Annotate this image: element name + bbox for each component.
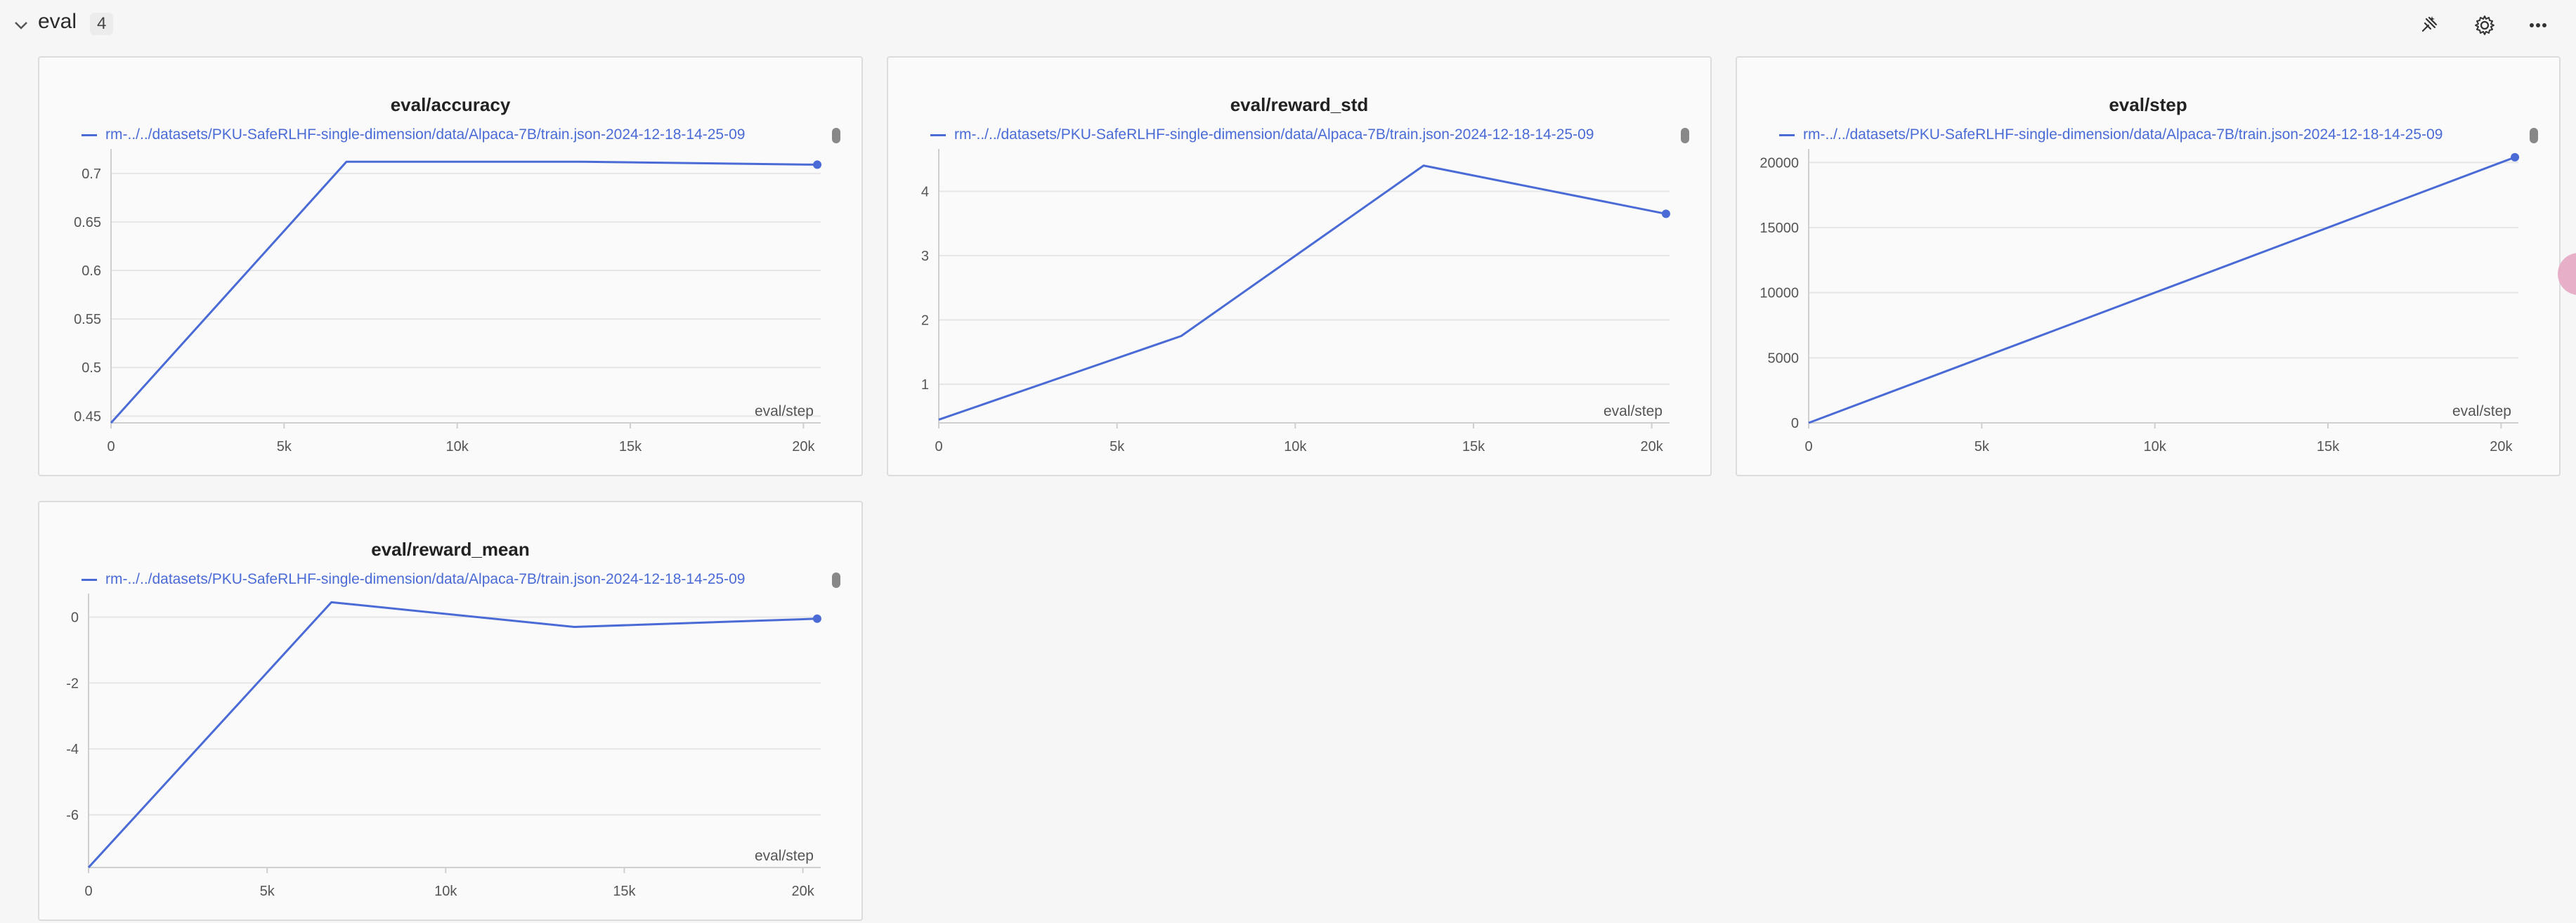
x-axis-title: eval/step [755,848,814,864]
x-tick-label: 5k [277,439,292,454]
y-tick-label: -4 [66,742,79,757]
legend-label[interactable]: rm-../../datasets/PKU-SafeRLHF-single-di… [954,126,1594,143]
panel-title: eval/accuracy [390,94,511,115]
panel-title: eval/step [2109,94,2187,115]
legend-scrollbar[interactable] [2530,128,2538,143]
last-point-marker [1661,209,1670,218]
x-tick-label: 0 [107,439,115,454]
last-point-marker [2511,152,2520,162]
legend: rm-../../datasets/PKU-SafeRLHF-single-di… [930,124,1689,146]
y-tick-label: -2 [66,676,79,691]
chevron-down-icon[interactable] [11,15,31,35]
legend-swatch [82,578,97,581]
y-tick-label: 0 [71,610,79,625]
legend-swatch [930,133,946,136]
y-tick-label: 0.6 [82,263,101,279]
y-tick-label: 0.45 [74,409,101,424]
x-tick-label: 15k [613,884,636,899]
legend-scrollbar[interactable] [1681,128,1689,143]
x-tick-label: 10k [446,439,469,454]
chart-svg: 0 5000 10000 15000 20000 0 5k 10k 15k 20k eval/ste… [1759,149,2520,454]
legend-swatch [82,133,97,136]
x-axis-title: eval/step [2452,403,2511,419]
legend-label[interactable]: rm-../../datasets/PKU-SafeRLHF-single-di… [105,571,745,588]
chart-panel-eval-reward-mean[interactable]: -6 -4 -2 0 0 5k 10k 15k 20k eval/step eval/reward… [38,501,863,921]
x-tick-label: 20k [1641,439,1664,454]
x-tick-label: 10k [1284,439,1307,454]
y-tick-label: 0.55 [74,312,101,327]
x-tick-label: 20k [791,884,814,899]
x-tick-label: 5k [1975,439,1990,454]
y-tick-label: 10000 [1759,286,1799,301]
last-point-marker [813,160,822,169]
y-tick-label: 4 [921,184,929,199]
chart-svg: 1 2 3 4 0 5k 10k 15k 20k eval/step [921,149,1670,454]
x-tick-label: 10k [434,884,457,899]
y-tick-label: 5000 [1768,351,1800,366]
x-tick-label: 20k [2490,439,2513,454]
x-tick-label: 0 [935,439,942,454]
y-tick-label: 1 [921,377,929,393]
chart-panel-eval-reward-std[interactable]: 1 2 3 4 0 5k 10k 15k 20k eval/step eval/reward_st… [887,56,1712,476]
x-tick-label: 15k [619,439,642,454]
y-tick-label: 0.7 [82,166,101,182]
legend: rm-../../datasets/PKU-SafeRLHF-single-di… [1779,124,2538,146]
y-tick-label: 20000 [1759,155,1799,171]
section-title[interactable]: eval [38,10,77,34]
x-tick-label: 0 [1804,439,1812,454]
x-tick-label: 0 [84,884,92,899]
legend-scrollbar[interactable] [832,572,840,588]
x-axis-title: eval/step [755,403,814,419]
gear-icon[interactable] [2469,10,2500,41]
chart-svg: 0.45 0.5 0.55 0.6 0.65 0.7 0 5k 10k 15k 20k eval/st… [74,149,822,454]
legend-label[interactable]: rm-../../datasets/PKU-SafeRLHF-single-di… [1803,126,2442,143]
more-dots-icon[interactable] [2523,10,2554,41]
series-line [87,601,817,869]
panel-title: eval/reward_mean [371,539,530,560]
legend: rm-../../datasets/PKU-SafeRLHF-single-di… [82,124,840,146]
y-tick-label: 2 [921,313,929,328]
section-header: eval 4 [0,0,2576,49]
panel-count-badge: 4 [90,13,114,35]
chart-panel-eval-accuracy[interactable]: 0.45 0.5 0.55 0.6 0.65 0.7 0 5k 10k 15k 20k eval/st… [38,56,863,476]
panel-title: eval/reward_std [1230,94,1369,115]
x-tick-label: 10k [2144,439,2167,454]
series-line [110,160,818,424]
series-line [1808,156,2516,424]
legend-label[interactable]: rm-../../datasets/PKU-SafeRLHF-single-di… [105,126,745,143]
y-tick-label: 0.65 [74,215,101,230]
x-tick-label: 5k [260,884,275,899]
y-tick-label: 3 [921,249,929,264]
sparkle-pin-icon[interactable] [2413,10,2444,41]
x-tick-label: 20k [792,439,815,454]
legend: rm-../../datasets/PKU-SafeRLHF-single-di… [82,568,840,591]
x-axis-title: eval/step [1604,403,1663,419]
y-tick-label: 0 [1791,416,1799,431]
legend-swatch [1779,133,1795,136]
legend-scrollbar[interactable] [832,128,840,143]
series-line [938,164,1667,421]
chart-panel-eval-step[interactable]: 0 5000 10000 15000 20000 0 5k 10k 15k 20k eval/ste… [1736,56,2561,476]
x-tick-label: 5k [1110,439,1125,454]
last-point-marker [812,614,821,623]
chart-svg: -6 -4 -2 0 0 5k 10k 15k 20k eval/step [66,594,821,899]
y-tick-label: 0.5 [82,360,101,376]
y-tick-label: -6 [66,808,79,823]
y-tick-label: 15000 [1759,221,1799,236]
x-tick-label: 15k [1462,439,1485,454]
x-tick-label: 15k [2317,439,2340,454]
